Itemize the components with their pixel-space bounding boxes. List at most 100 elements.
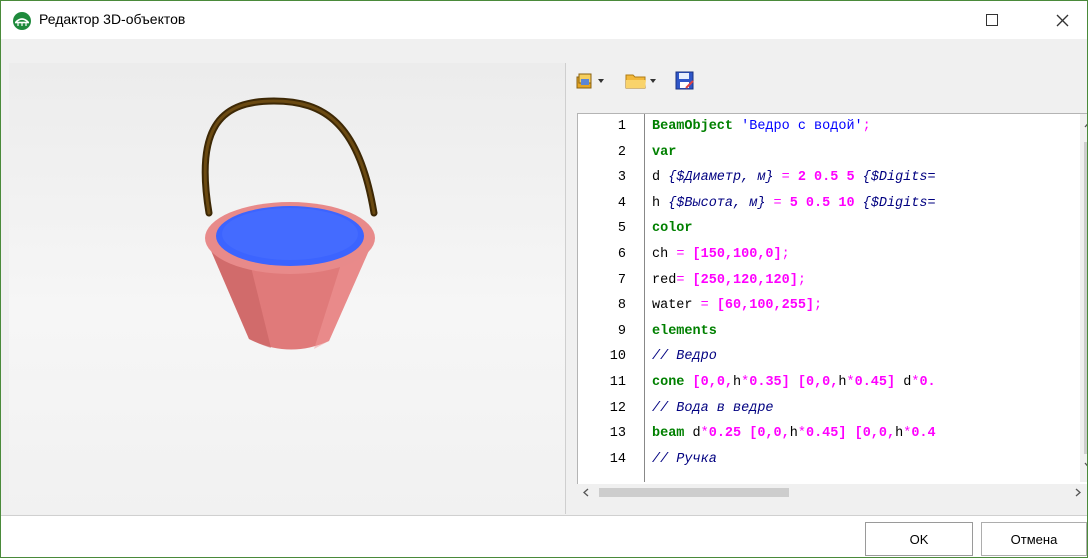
code-token: {$Высота, м} xyxy=(668,195,766,211)
title-bar[interactable]: Редактор 3D-объектов xyxy=(1,1,1087,39)
code-token: h xyxy=(838,375,847,390)
code-line[interactable]: 2 var xyxy=(578,142,1078,164)
code-token: h xyxy=(652,195,669,211)
code-token: color xyxy=(652,221,693,237)
code-line[interactable]: 7 red= [250,120,120]; xyxy=(578,270,1078,292)
line-number: 11 xyxy=(609,375,626,390)
code-text: elements xyxy=(652,321,717,343)
code-token: // Ведро xyxy=(652,349,717,365)
close-icon xyxy=(1056,14,1068,26)
code-token: elements xyxy=(652,323,717,339)
code-text: color xyxy=(652,218,693,240)
code-token: ; xyxy=(781,247,790,262)
code-line[interactable]: 12 // Вода в ведре xyxy=(578,398,1078,420)
vertical-scroll-thumb[interactable] xyxy=(1084,142,1087,454)
cancel-button[interactable]: Отмена xyxy=(981,522,1087,556)
scroll-up-icon[interactable] xyxy=(1080,118,1088,132)
ok-button[interactable]: OK xyxy=(865,522,973,556)
scroll-left-icon[interactable] xyxy=(579,484,593,501)
code-token: [0,0, xyxy=(692,375,734,390)
code-text: cone [0,0,h*0.35] [0,0,h*0.45] d*0. xyxy=(652,372,936,394)
code-token: 0.45] xyxy=(854,375,896,390)
code-token: {$Digits= xyxy=(862,170,936,186)
library-button[interactable] xyxy=(575,70,604,92)
horizontal-scrollbar[interactable] xyxy=(577,484,1087,501)
code-text: water = [60,100,255]; xyxy=(652,295,822,317)
code-token: = xyxy=(676,247,693,262)
dropdown-arrow-icon xyxy=(598,79,604,83)
code-token: = xyxy=(773,170,798,186)
line-number: 9 xyxy=(617,323,626,339)
code-token: 0.45] xyxy=(805,426,847,442)
code-text: h {$Высота, м} = 5 0.5 10 {$Digits= xyxy=(652,193,936,215)
code-line[interactable]: 13 beam d*0.25 [0,0,h*0.45] [0,0,h*0.4 xyxy=(578,423,1078,445)
code-text: // Вода в ведре xyxy=(652,398,774,420)
code-token: [60,100,255] xyxy=(716,298,815,314)
3d-viewport[interactable] xyxy=(9,63,566,514)
close-button[interactable] xyxy=(1039,1,1085,39)
line-number: 5 xyxy=(617,221,626,237)
line-number: 10 xyxy=(609,349,626,365)
maximize-icon xyxy=(986,14,998,26)
code-token: = xyxy=(676,272,693,288)
line-number: 3 xyxy=(617,170,626,186)
open-button[interactable] xyxy=(625,70,656,92)
code-token: h xyxy=(895,426,904,442)
line-number: 14 xyxy=(609,451,626,467)
code-token: var xyxy=(652,144,677,160)
code-token: d xyxy=(652,170,669,186)
code-editor[interactable]: 1 BeamObject 'Ведро с водой'; 2 var 3 d {$Диа… xyxy=(577,113,1088,485)
maximize-button[interactable] xyxy=(969,1,1015,39)
code-token: cone xyxy=(652,375,685,390)
code-token: 0. xyxy=(919,375,936,390)
editor-window: Редактор 3D-объектов 1 BeamObject 'Ведро… xyxy=(0,0,1088,558)
window-title: Редактор 3D-объектов xyxy=(39,11,186,27)
editor-toolbar xyxy=(567,63,1087,99)
vertical-scrollbar[interactable] xyxy=(1080,114,1088,482)
save-button[interactable] xyxy=(675,70,695,92)
code-line[interactable]: 8 water = [60,100,255]; xyxy=(578,295,1078,317)
code-panel: 1 BeamObject 'Ведро с водой'; 2 var 3 d {$Диа… xyxy=(567,63,1087,514)
code-token: {$Диаметр, м} xyxy=(668,170,774,186)
bucket-model xyxy=(201,97,378,350)
code-text: red= [250,120,120]; xyxy=(652,270,806,292)
code-line[interactable]: 14 // Ручка xyxy=(578,449,1078,471)
save-icon xyxy=(675,71,694,90)
code-token: d xyxy=(895,375,912,390)
horizontal-scroll-thumb[interactable] xyxy=(599,488,789,497)
code-token: h xyxy=(789,426,798,442)
code-line[interactable]: 10 // Ведро xyxy=(578,346,1078,368)
code-token: ch xyxy=(652,247,677,262)
code-line[interactable]: 11 cone [0,0,h*0.35] [0,0,h*0.45] d*0. xyxy=(578,372,1078,394)
code-token: [0,0, xyxy=(797,375,839,390)
code-text: BeamObject 'Ведро с водой'; xyxy=(652,116,871,138)
code-line[interactable]: 4 h {$Высота, м} = 5 0.5 10 {$Digits= xyxy=(578,193,1078,215)
code-token: water xyxy=(652,298,701,314)
code-token: * xyxy=(846,375,855,390)
code-text: // Ручка xyxy=(652,449,717,471)
code-text: // Ведро xyxy=(652,346,717,368)
code-token: 'Ведро с водой' xyxy=(741,119,863,134)
code-token: = xyxy=(700,298,717,314)
code-line[interactable]: 5 color xyxy=(578,218,1078,240)
code-line[interactable]: 3 d {$Диаметр, м} = 2 0.5 5 {$Digits= xyxy=(578,167,1078,189)
code-line[interactable]: 9 elements xyxy=(578,321,1078,343)
code-token: // Вода в ведре xyxy=(652,400,774,416)
library-icon xyxy=(576,73,592,89)
code-line[interactable]: 1 BeamObject 'Ведро с водой'; xyxy=(578,116,1078,138)
code-token: d xyxy=(684,426,701,442)
code-token: 2 0.5 5 xyxy=(797,170,855,186)
code-token: [250,120,120] xyxy=(692,272,798,288)
code-line[interactable]: 6 ch = [150,100,0]; xyxy=(578,244,1078,266)
code-token: * xyxy=(797,426,806,442)
code-token: [150,100,0] xyxy=(692,247,782,262)
code-token: beam xyxy=(652,426,685,442)
scroll-down-icon[interactable] xyxy=(1080,458,1088,472)
scroll-right-icon[interactable] xyxy=(1071,484,1085,501)
code-token: [0,0, xyxy=(749,426,790,442)
